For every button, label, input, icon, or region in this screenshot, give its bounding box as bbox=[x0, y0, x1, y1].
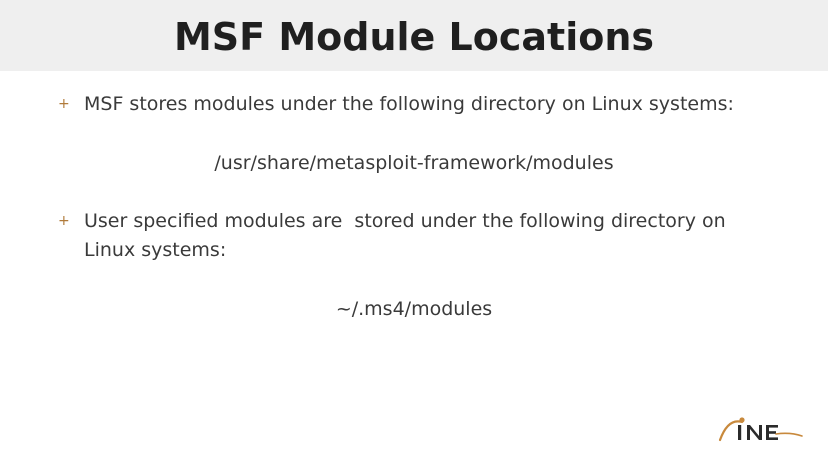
ine-logo bbox=[718, 414, 804, 444]
bullet-marker: + bbox=[58, 96, 70, 112]
directory-path: /usr/share/metasploit-framework/modules bbox=[214, 152, 614, 174]
title-bar: MSF Module Locations bbox=[0, 0, 828, 71]
ine-logo-icon bbox=[718, 417, 803, 442]
directory-path: ~/.ms4/modules bbox=[335, 298, 493, 320]
slide-title: MSF Module Locations bbox=[173, 14, 655, 59]
bullet-item-2: + User specified modules are stored unde… bbox=[58, 207, 788, 265]
bullet-marker: + bbox=[58, 213, 70, 229]
slide: MSF Module Locations + MSF stores module… bbox=[0, 0, 828, 457]
bullet-text: MSF stores modules under the following d… bbox=[84, 93, 734, 115]
bullet-text: User specified modules are stored under … bbox=[84, 210, 732, 261]
bullet-item-1: + MSF stores modules under the following… bbox=[58, 90, 788, 119]
